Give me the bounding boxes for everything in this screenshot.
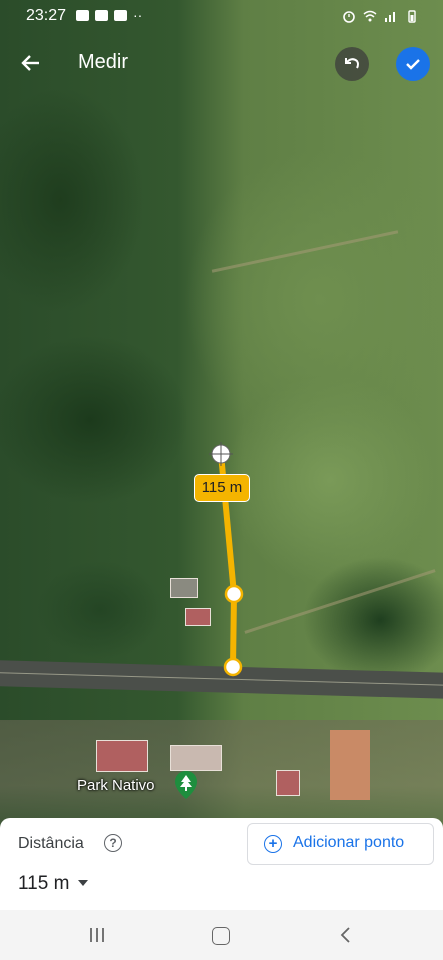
confirm-button[interactable]	[396, 47, 430, 81]
youtube-icon	[95, 10, 108, 21]
alarm-icon	[343, 11, 355, 23]
more-notifications: ··	[133, 7, 143, 23]
undo-button[interactable]	[335, 47, 369, 81]
caret-down-icon[interactable]	[78, 880, 88, 886]
measure-point[interactable]	[224, 584, 244, 604]
distance-value-dropdown[interactable]: 115 m	[18, 873, 69, 895]
page-title: Medir	[78, 51, 129, 73]
recents-icon[interactable]	[88, 927, 106, 943]
distance-bottom-sheet: Distância ? + Adicionar ponto 115 m	[0, 818, 443, 910]
add-point-label: Adicionar ponto	[293, 834, 405, 851]
back-button[interactable]	[14, 46, 48, 80]
measure-crosshair[interactable]	[209, 442, 233, 466]
add-circle-icon: +	[264, 835, 282, 853]
measure-point[interactable]	[223, 657, 243, 677]
distance-title: Distância	[18, 835, 84, 852]
segment-distance-label: 115 m	[194, 474, 250, 502]
add-point-button[interactable]: + Adicionar ponto	[247, 823, 434, 865]
signal-icon	[385, 12, 395, 22]
battery-icon	[408, 10, 416, 23]
home-icon[interactable]	[212, 927, 230, 945]
gallery-icon	[76, 10, 89, 21]
system-nav-bar	[0, 910, 443, 960]
help-circle-icon[interactable]: ?	[104, 834, 122, 852]
status-time: 23:27	[26, 7, 67, 24]
youtube-icon	[114, 10, 127, 21]
undo-icon	[345, 58, 359, 69]
check-icon	[406, 59, 420, 70]
wifi-icon	[363, 10, 377, 22]
status-bar: 23:27 ··	[0, 0, 443, 34]
tree-pin-icon[interactable]	[174, 770, 198, 800]
place-label[interactable]: Park Nativo	[77, 777, 155, 794]
back-icon[interactable]	[338, 927, 354, 943]
arrow-left-icon	[21, 55, 39, 71]
